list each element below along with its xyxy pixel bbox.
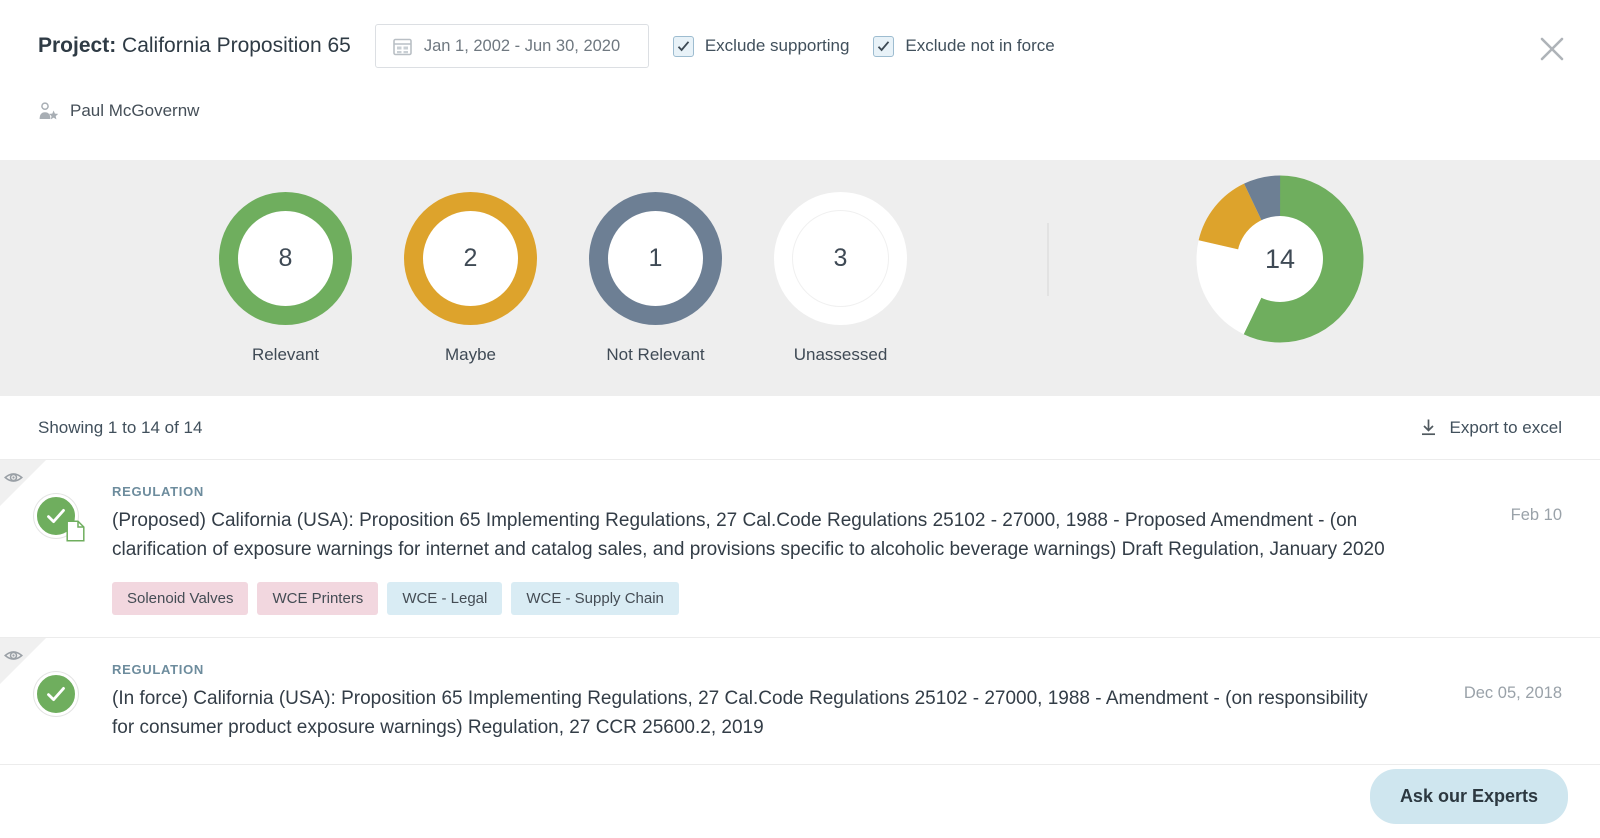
watch-corner[interactable]: [0, 638, 46, 684]
item-type-label: REGULATION: [112, 662, 204, 677]
project-name: California Proposition 65: [122, 34, 351, 57]
not-relevant-ring: 1: [589, 191, 722, 325]
checkbox-checked-icon: [672, 35, 694, 57]
unassessed-count: 3: [793, 210, 888, 306]
exclude-supporting-checkbox[interactable]: Exclude supporting: [672, 35, 850, 57]
relevant-label: Relevant: [251, 344, 320, 364]
page-title: Project: California Proposition 65: [38, 34, 351, 58]
download-icon: [1419, 418, 1438, 437]
status-badge-relevant[interactable]: [34, 494, 85, 542]
results-toolbar: Showing 1 to 14 of 14 Export to excel: [0, 396, 1600, 460]
maybe-count: 2: [423, 210, 518, 306]
project-owner-name: Paul McGovernw: [70, 101, 200, 120]
summary-donut-chart: 14: [1194, 173, 1366, 345]
close-icon: [1539, 36, 1565, 67]
stat-maybe[interactable]: 2 Maybe: [404, 191, 537, 365]
item-tags: Solenoid Valves WCE Printers WCE - Legal…: [112, 582, 1414, 615]
exclude-supporting-label: Exclude supporting: [704, 36, 850, 55]
exclude-not-in-force-checkbox[interactable]: Exclude not in force: [873, 35, 1055, 57]
export-to-excel-label: Export to excel: [1449, 417, 1562, 437]
tag[interactable]: WCE Printers: [257, 582, 379, 615]
item-type-label: REGULATION: [112, 484, 204, 499]
eye-icon[interactable]: [4, 646, 23, 665]
check-icon: [47, 509, 65, 524]
close-button[interactable]: [1534, 33, 1570, 69]
item-body: REGULATION (In force) California (USA): …: [112, 662, 1410, 742]
exclude-not-in-force-label: Exclude not in force: [905, 36, 1055, 55]
list-item[interactable]: REGULATION (In force) California (USA): …: [0, 638, 1600, 765]
project-label: Project:: [38, 34, 117, 57]
stat-relevant[interactable]: 8 Relevant: [219, 191, 352, 365]
header: Project: California Proposition 65 Jan 1…: [0, 0, 1600, 160]
tag[interactable]: WCE - Supply Chain: [511, 582, 679, 615]
item-date: Feb 10: [1510, 506, 1562, 524]
donut-total: 14: [1237, 216, 1323, 302]
stats-panel: 8 Relevant 2 Maybe 1 Not Relevant 3 Unas…: [0, 160, 1600, 396]
maybe-label: Maybe: [444, 344, 497, 364]
document-icon: [66, 520, 85, 542]
stat-rings: 8 Relevant 2 Maybe 1 Not Relevant 3 Unas…: [219, 173, 1366, 383]
project-owner: Paul McGovernw: [38, 86, 1562, 136]
not-relevant-count: 1: [608, 210, 703, 306]
list-item[interactable]: REGULATION (Proposed) California (USA): …: [0, 460, 1600, 638]
checkbox-checked-icon: [873, 35, 895, 57]
relevant-ring: 8: [219, 191, 352, 325]
date-range-picker[interactable]: Jan 1, 2002 - Jun 30, 2020: [374, 24, 649, 68]
item-title[interactable]: (In force) California (USA): Proposition…: [112, 684, 1392, 742]
tag[interactable]: Solenoid Valves: [112, 582, 249, 615]
watch-corner[interactable]: [0, 460, 46, 506]
stats-divider: [1047, 222, 1049, 296]
status-badge-relevant[interactable]: [34, 672, 78, 716]
unassessed-label: Unassessed: [793, 344, 888, 364]
maybe-ring: 2: [404, 191, 537, 325]
item-title[interactable]: (Proposed) California (USA): Proposition…: [112, 506, 1414, 564]
unassessed-ring: 3: [774, 191, 907, 325]
calendar-icon: [393, 37, 412, 56]
item-date: Dec 05, 2018: [1463, 684, 1562, 702]
relevant-count: 8: [238, 210, 333, 306]
results-count: Showing 1 to 14 of 14: [38, 417, 203, 437]
eye-icon[interactable]: [4, 468, 23, 487]
user-star-icon: [38, 101, 59, 122]
ask-our-experts-button[interactable]: Ask our Experts: [1369, 769, 1568, 824]
results-list: REGULATION (Proposed) California (USA): …: [0, 460, 1600, 765]
header-controls: Project: California Proposition 65 Jan 1…: [38, 0, 1562, 92]
item-body: REGULATION (Proposed) California (USA): …: [112, 484, 1432, 615]
app-root: Project: California Proposition 65 Jan 1…: [0, 0, 1600, 838]
tag[interactable]: WCE - Legal: [387, 582, 503, 615]
check-icon: [47, 687, 65, 702]
stat-not-relevant[interactable]: 1 Not Relevant: [589, 191, 722, 365]
date-range-value: Jan 1, 2002 - Jun 30, 2020: [423, 36, 621, 55]
stat-unassessed[interactable]: 3 Unassessed: [774, 191, 907, 365]
export-to-excel-button[interactable]: Export to excel: [1419, 418, 1562, 438]
not-relevant-label: Not Relevant: [606, 344, 705, 364]
